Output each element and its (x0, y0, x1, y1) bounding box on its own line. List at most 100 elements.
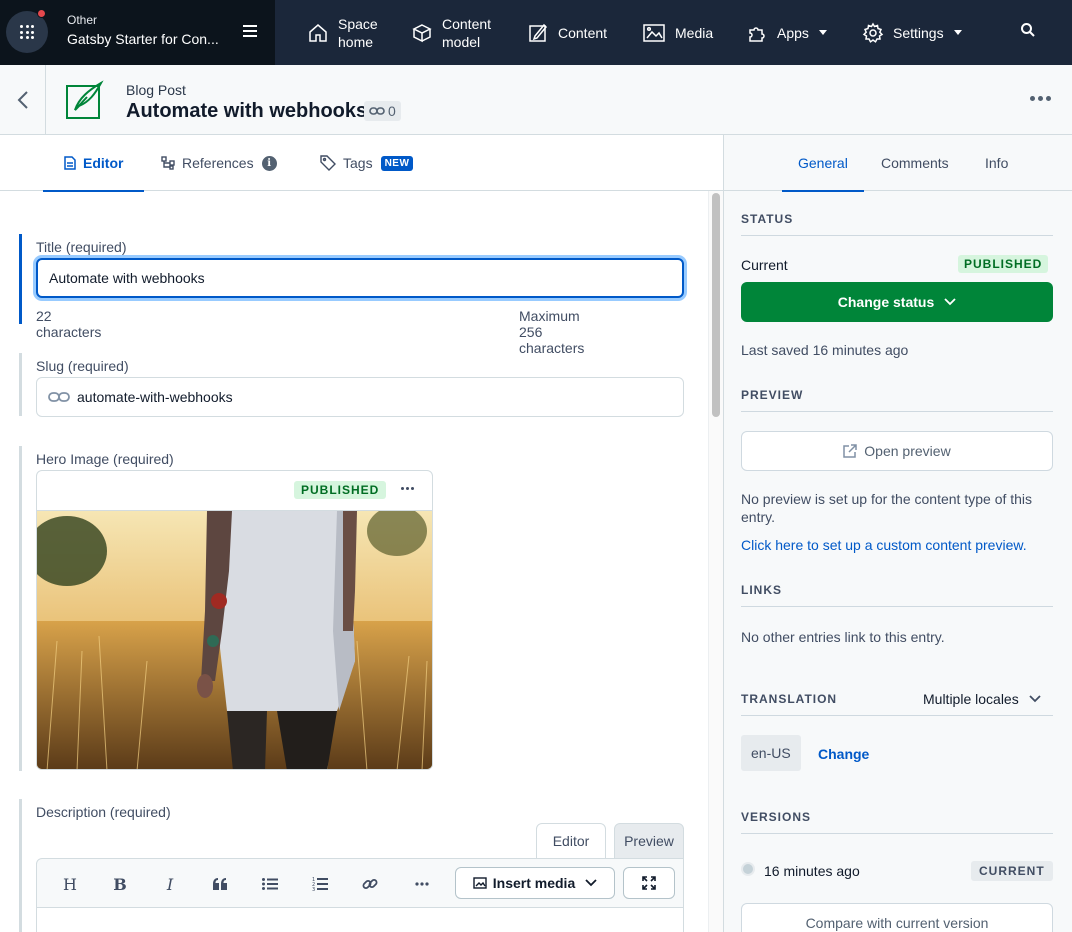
locale-mode-select[interactable]: Multiple locales (923, 690, 1041, 708)
field-label: Slug (required) (36, 358, 129, 374)
nav-label: home (338, 33, 374, 50)
field-label: Hero Image (required) (36, 451, 174, 467)
nav-label: Content (442, 15, 492, 32)
insert-media-button[interactable]: Insert media (455, 867, 615, 899)
more-actions-icon[interactable] (1030, 96, 1051, 101)
preview-mode-button[interactable]: Preview (614, 823, 684, 859)
tab-label: References (182, 155, 254, 171)
more-formatting-icon[interactable] (407, 869, 437, 899)
asset-card[interactable]: PUBLISHED (36, 470, 433, 770)
info-icon[interactable]: i (261, 155, 277, 171)
numbered-list-icon[interactable]: 123 (305, 869, 335, 899)
slug-field: Slug (required) automate-with-webhooks (19, 353, 684, 417)
field-label: Description (required) (36, 804, 171, 820)
nav-settings[interactable]: Settings (862, 0, 962, 65)
slug-input[interactable]: automate-with-webhooks (36, 377, 684, 417)
editor-mode-button[interactable]: Editor (536, 823, 606, 859)
nav-label: Content (558, 24, 608, 41)
preview-note: No preview is set up for the content typ… (741, 491, 1033, 525)
insert-media-label: Insert media (492, 875, 576, 891)
change-status-label: Change status (837, 294, 935, 310)
new-badge: NEW (380, 155, 414, 171)
open-preview-label: Open preview (864, 443, 951, 459)
content-icon (527, 22, 549, 44)
fullscreen-button[interactable] (623, 867, 675, 899)
slug-value: automate-with-webhooks (77, 389, 233, 405)
status-badge: PUBLISHED (294, 481, 387, 499)
hero-image-field: Hero Image (required) PUBLISHED (19, 446, 433, 771)
references-icon (161, 156, 175, 170)
hero-image[interactable] (37, 510, 432, 769)
compare-version-button[interactable]: Compare with current version (741, 903, 1053, 932)
apps-icon (746, 22, 768, 44)
nav-media[interactable]: Media (642, 0, 713, 65)
hyperlink-icon[interactable] (355, 869, 385, 899)
nav-label: Settings (893, 24, 944, 41)
media-icon (642, 22, 666, 44)
image-icon (473, 877, 487, 889)
link-icon (369, 107, 385, 115)
tab-info[interactable]: Info (985, 135, 1008, 191)
document-icon (64, 156, 76, 170)
space-switcher[interactable]: Other Gatsby Starter for Con... (0, 0, 275, 65)
current-version-badge: CURRENT (971, 861, 1053, 881)
bullet-list-icon[interactable] (255, 869, 285, 899)
max-characters: Maximum 256 characters (519, 308, 585, 356)
links-count: 0 (388, 103, 396, 119)
tab-comments[interactable]: Comments (881, 135, 949, 191)
chevron-down-icon (585, 879, 597, 887)
tab-editor[interactable]: Editor (43, 135, 145, 192)
nav-content-model[interactable]: Content model (411, 0, 491, 65)
expand-icon (642, 876, 656, 890)
links-badge[interactable]: 0 (364, 101, 401, 121)
status-heading: STATUS (741, 212, 1053, 236)
nav-space-home[interactable]: Space home (307, 0, 378, 65)
more-actions-icon[interactable] (401, 487, 414, 490)
description-editor-body[interactable] (36, 908, 684, 932)
heading-button[interactable]: H (55, 869, 85, 899)
chevron-down-icon (944, 298, 956, 306)
change-locale-link[interactable]: Change (818, 745, 869, 763)
title-input[interactable]: Automate with webhooks (36, 258, 684, 298)
tab-references[interactable]: References i (161, 135, 277, 191)
tag-icon (320, 155, 336, 171)
content-type-icon (65, 80, 105, 120)
tab-general[interactable]: General (782, 135, 864, 192)
space-info[interactable]: Other Gatsby Starter for Con... (67, 13, 219, 49)
tab-tags[interactable]: Tags NEW (320, 135, 414, 191)
search-icon[interactable] (1020, 22, 1036, 41)
svg-text:3: 3 (312, 887, 315, 891)
quote-icon[interactable] (205, 869, 235, 899)
notification-dot (37, 9, 46, 18)
editor-scrollbar[interactable] (708, 191, 723, 932)
tab-label: Tags (343, 155, 373, 171)
version-dot-icon (741, 862, 755, 876)
nav-apps[interactable]: Apps (746, 0, 827, 65)
link-icon (48, 392, 70, 402)
bold-button[interactable]: B (105, 869, 135, 899)
setup-preview-link[interactable]: Click here to set up a custom content pr… (741, 536, 1027, 554)
external-link-icon (843, 444, 858, 458)
content-model-icon (411, 22, 433, 44)
nav-content[interactable]: Content (527, 0, 607, 65)
nav-label: Space (338, 15, 378, 32)
gear-icon (862, 22, 884, 44)
change-status-button[interactable]: Change status (741, 282, 1053, 322)
chevron-down-icon (818, 30, 827, 35)
open-preview-button[interactable]: Open preview (741, 431, 1053, 471)
back-button[interactable] (0, 65, 46, 135)
chevron-down-icon (953, 30, 962, 35)
chevron-down-icon (1029, 695, 1041, 703)
space-name: Gatsby Starter for Con... (67, 31, 219, 47)
sidebar-tabs: General Comments Info (724, 135, 1072, 192)
links-heading: LINKS (741, 583, 1053, 607)
version-time[interactable]: 16 minutes ago (764, 862, 860, 880)
chevron-left-icon (17, 91, 28, 109)
scrollbar-thumb[interactable] (712, 193, 720, 417)
entry-title: Automate with webhooks (126, 100, 368, 122)
current-status-label: Current (741, 257, 788, 273)
italic-button[interactable]: I (155, 869, 185, 899)
entry-header: Blog Post Automate with webhooks 0 (0, 65, 1072, 135)
last-saved: Last saved 16 minutes ago (741, 342, 909, 358)
hamburger-icon[interactable] (243, 25, 257, 37)
